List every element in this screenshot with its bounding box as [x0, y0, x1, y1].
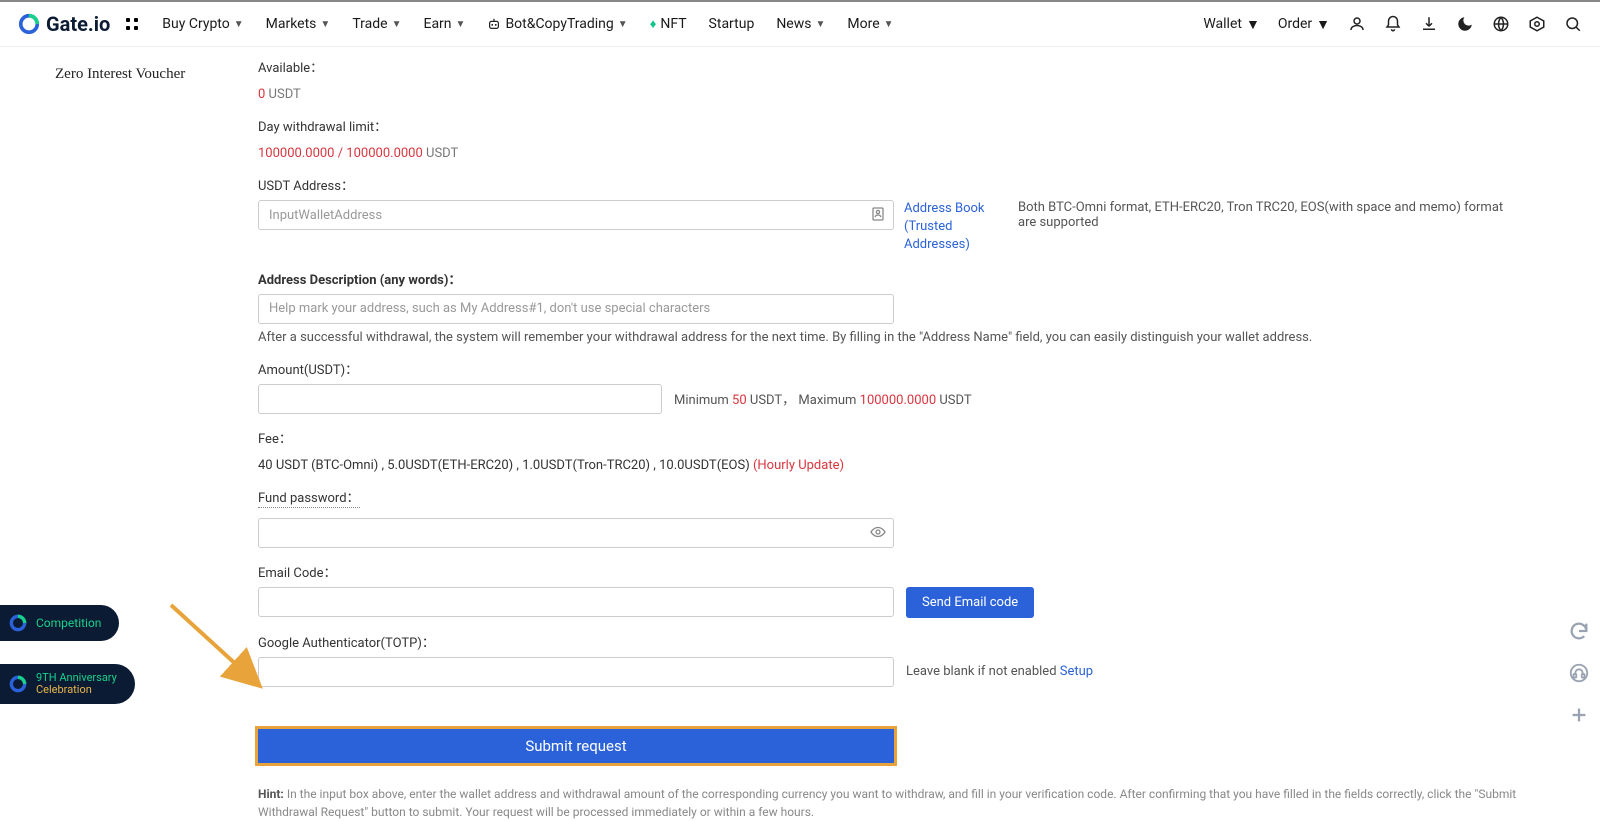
submit-request-button[interactable]: Submit request — [258, 729, 894, 763]
moon-icon[interactable] — [1456, 15, 1474, 33]
brand-text: Gate.io — [46, 12, 110, 36]
address-input[interactable] — [258, 200, 894, 230]
daylimit-label: Day withdrawal limit： — [258, 116, 1518, 135]
chevron-down-icon: ▼ — [1316, 16, 1330, 33]
hint-text: Hint: In the input box above, enter the … — [258, 785, 1518, 821]
chevron-down-icon: ▼ — [392, 19, 402, 30]
plus-icon[interactable] — [1568, 704, 1590, 726]
trusted-addresses-link[interactable]: (Trusted Addresses) — [904, 218, 1008, 254]
right-dock — [1568, 620, 1590, 726]
nav-bot-copy[interactable]: Bot&CopyTrading▼ — [487, 16, 627, 32]
address-label: USDT Address： — [258, 175, 1518, 194]
totp-setup-link[interactable]: Setup — [1060, 664, 1093, 679]
daylimit-unit: USDT — [426, 146, 458, 161]
brand-logo[interactable]: Gate.io — [18, 12, 110, 36]
amount-limits: Minimum 50 USDT， Maximum 100000.0000 USD… — [674, 389, 972, 408]
chevron-down-icon: ▼ — [815, 19, 825, 30]
currency-icon[interactable] — [1528, 15, 1546, 33]
totp-helper: Leave blank if not enabled Setup — [906, 664, 1093, 679]
logo-icon — [18, 13, 40, 35]
flame-icon: ♦ — [650, 16, 657, 32]
nav-trade[interactable]: Trade▼ — [352, 16, 401, 32]
totp-label: Google Authenticator(TOTP)： — [258, 632, 1518, 651]
refresh-icon[interactable] — [1568, 620, 1590, 642]
chevron-down-icon: ▼ — [1246, 16, 1260, 33]
chevron-down-icon: ▼ — [234, 19, 244, 30]
amount-input[interactable] — [258, 384, 662, 414]
nav-markets[interactable]: Markets▼ — [266, 16, 331, 32]
chevron-down-icon: ▼ — [884, 19, 894, 30]
chevron-down-icon: ▼ — [320, 19, 330, 30]
nav-order[interactable]: Order▼ — [1278, 16, 1330, 33]
fundpw-label: Fund password： — [258, 487, 360, 508]
annotation-arrow — [166, 600, 266, 690]
header-right: Wallet▼ Order▼ — [1203, 15, 1582, 33]
available-unit: USDT — [269, 87, 301, 102]
nav-buy-crypto[interactable]: Buy Crypto▼ — [162, 16, 243, 32]
email-code-input[interactable] — [258, 587, 894, 617]
nav-startup[interactable]: Startup — [709, 16, 755, 32]
available-label: Available： — [258, 57, 1518, 76]
description-label: Address Description (any words)： — [258, 269, 1518, 288]
header: Gate.io Buy Crypto▼ Markets▼ Trade▼ Earn… — [0, 2, 1600, 47]
fee-label: Fee： — [258, 428, 1518, 447]
bell-icon[interactable] — [1384, 15, 1402, 33]
address-book-link[interactable]: Address Book — [904, 200, 1008, 218]
competition-pill[interactable]: Competition — [0, 605, 119, 641]
available-value: 0 — [258, 87, 265, 102]
chevron-down-icon: ▼ — [456, 19, 466, 30]
send-email-code-button[interactable]: Send Email code — [906, 587, 1034, 618]
description-helper: After a successful withdrawal, the syste… — [258, 330, 1518, 345]
logo-icon — [8, 613, 28, 633]
nav-wallet[interactable]: Wallet▼ — [1203, 16, 1259, 33]
globe-icon[interactable] — [1492, 15, 1510, 33]
daylimit-value: 100000.0000 / 100000.0000 — [258, 146, 423, 161]
download-icon[interactable] — [1420, 15, 1438, 33]
robot-icon — [487, 17, 501, 31]
nav-news[interactable]: News▼ — [776, 16, 825, 32]
nav-more[interactable]: More▼ — [847, 16, 893, 32]
fee-value: 40 USDT (BTC-Omni) , 5.0USDT(ETH-ERC20) … — [258, 458, 844, 473]
nav-nft[interactable]: ♦NFT — [650, 16, 687, 32]
apps-icon[interactable] — [124, 16, 140, 32]
user-icon[interactable] — [1348, 15, 1366, 33]
main-nav: Buy Crypto▼ Markets▼ Trade▼ Earn▼ Bot&Co… — [162, 16, 893, 32]
totp-input[interactable] — [258, 657, 894, 687]
chevron-down-icon: ▼ — [618, 19, 628, 30]
logo-icon — [8, 674, 28, 694]
amount-label: Amount(USDT)： — [258, 359, 1518, 378]
emailcode-label: Email Code： — [258, 562, 1518, 581]
contacts-icon[interactable] — [870, 206, 886, 222]
search-icon[interactable] — [1564, 15, 1582, 33]
sidebar-voucher-link[interactable]: Zero Interest Voucher — [55, 66, 185, 83]
anniversary-pill[interactable]: 9TH AnniversaryCelebration — [0, 664, 135, 704]
support-icon[interactable] — [1568, 662, 1590, 684]
description-input[interactable] — [258, 294, 894, 324]
fund-password-input[interactable] — [258, 518, 894, 548]
withdraw-form: Available： 0 USDT Day withdrawal limit： … — [258, 57, 1518, 821]
eye-icon[interactable] — [870, 524, 886, 540]
address-format-note: Both BTC-Omni format, ETH-ERC20, Tron TR… — [1018, 200, 1518, 230]
nav-earn[interactable]: Earn▼ — [423, 16, 465, 32]
